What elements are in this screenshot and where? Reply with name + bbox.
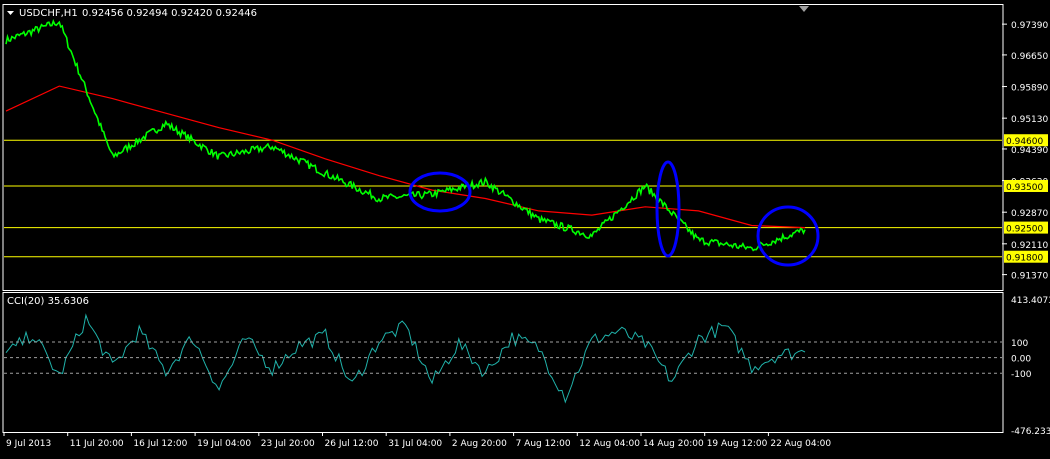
moving-average-layer [5,85,806,229]
chart-canvas[interactable]: 0.973900.966500.958900.951300.943900.936… [0,0,1050,455]
time-tick-label: 19 Jul 04:00 [197,439,251,449]
price-tick-label: 0.97390 [1011,21,1048,31]
time-tick-label: 14 Aug 20:00 [643,439,704,449]
moving-average-line [5,85,806,229]
price-tick-label: 0.94390 [1011,146,1048,156]
chart-window: 0.973900.966500.958900.951300.943900.936… [0,0,1050,455]
scroll-marker-icon[interactable] [799,6,809,12]
cci-panel-frame [2,292,1004,433]
price-tick-label: 0.96650 [1011,52,1048,62]
cci-tick-label: 100 [1011,339,1028,349]
price-tick-label: 0.92110 [1011,241,1048,251]
ohlc-readout: 0.92456 0.92494 0.92420 0.92446 [82,8,257,19]
cci-layer [5,313,806,404]
time-tick-label: 26 Jul 12:00 [325,439,379,449]
price-layer [5,18,806,252]
level-label: 0.93500 [1006,183,1043,193]
cci-label: CCI(20) 35.6306 [7,296,89,307]
time-tick-label: 19 Aug 12:00 [707,439,768,449]
price-axis: 0.973900.966500.958900.951300.943900.936… [1002,21,1048,282]
cci-line [5,313,806,404]
level-label: 0.92500 [1006,225,1043,235]
price-tick-label: 0.91370 [1011,272,1048,282]
level-label: 0.91800 [1006,254,1043,264]
price-tick-label: 0.95890 [1011,84,1048,94]
cci-tick-label: -476.2339 [1011,427,1050,437]
price-line [5,18,806,252]
time-tick-label: 22 Aug 04:00 [770,439,831,449]
horizontal-levels [4,139,1002,258]
time-axis: 9 Jul 2013 11 Jul 20:00 16 Jul 12:00 19 Jul… [3,432,831,449]
main-panel-frame [2,4,1004,291]
cci-tick-label: 0.00 [1011,355,1031,365]
level-label: 0.94600 [1006,137,1043,147]
symbol-label: USDCHF,H1 [19,8,78,19]
time-tick-label: 31 Jul 04:00 [388,439,442,449]
menu-triangle-icon[interactable] [7,11,14,15]
price-tick-label: 0.92870 [1011,209,1048,219]
cci-axis: 413.4073 100 0.00 -100 -476.2339 [4,296,1050,437]
time-tick-label: 12 Aug 04:00 [579,439,640,449]
price-tick-label: 0.95130 [1011,115,1048,125]
cci-tick-label: 413.4073 [1011,296,1050,306]
time-tick-label: 16 Jul 12:00 [133,439,187,449]
cci-tick-label: -100 [1011,370,1032,380]
time-tick-label: 11 Jul 20:00 [70,439,124,449]
time-tick-label: 7 Aug 12:00 [516,439,571,449]
time-tick-label: 23 Jul 20:00 [261,439,315,449]
time-tick-label: 9 Jul 2013 [6,439,51,449]
time-tick-label: 2 Aug 20:00 [452,439,507,449]
